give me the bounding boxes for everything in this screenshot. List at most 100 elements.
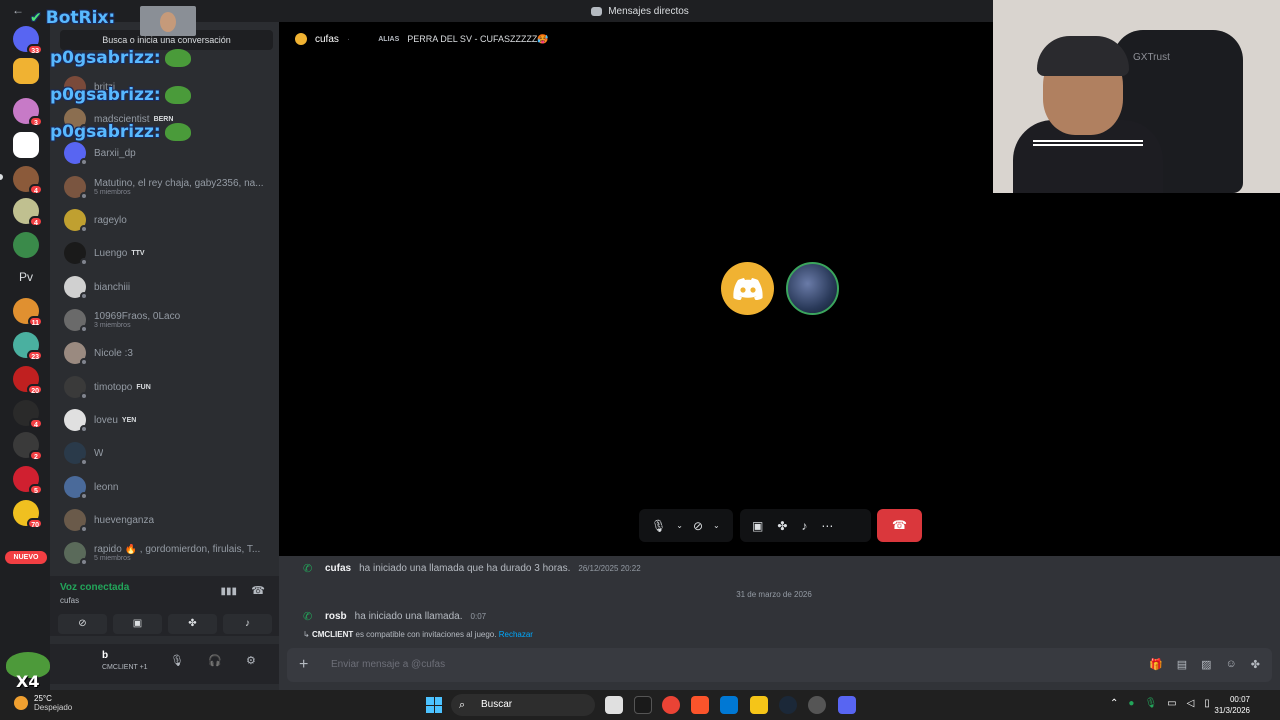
camera-button[interactable]: ⊘ — [58, 614, 107, 634]
message-input[interactable]: Enviar mensaje a @cufas — [331, 659, 445, 670]
emoji-icon[interactable]: ☺ — [1226, 658, 1237, 671]
voice-connected-panel: Voz conectada cufas ▮▮▮ ☎ ⊘ ▣ ✤ ♪ — [50, 576, 279, 636]
dm-item[interactable]: timotopo FUN — [64, 372, 274, 402]
server-icon[interactable]: 4 — [13, 198, 43, 227]
server-icon[interactable]: 3 — [13, 98, 43, 127]
server-icon[interactable]: 23 — [13, 332, 43, 361]
discord-taskbar-icon[interactable] — [838, 696, 856, 714]
dm-member-count: 5 miembros — [94, 189, 131, 196]
file-explorer-icon[interactable] — [750, 696, 768, 714]
microphone-icon[interactable]: 🎙 — [170, 654, 184, 667]
microphone-icon[interactable]: 🎙 — [651, 519, 666, 533]
chevron-up-icon[interactable]: ⌃ — [1110, 698, 1118, 709]
dm-item[interactable]: 10969Fraos, 0Laco 3 miembros — [64, 305, 274, 335]
system-message: ↳ CMCLIENT es compatible con invitacione… — [303, 630, 533, 639]
status-indicator — [80, 525, 88, 533]
voice-channel[interactable]: cufas — [60, 596, 79, 605]
activities-button[interactable]: ✤ — [168, 614, 217, 634]
avatar — [64, 176, 88, 200]
header-username[interactable]: cufas — [315, 34, 339, 45]
status-icon[interactable]: ● — [1128, 698, 1134, 709]
settings-gear-icon[interactable]: ⚙ — [246, 654, 256, 667]
gif-icon[interactable]: ▤ — [1177, 658, 1187, 671]
server-icon[interactable] — [13, 232, 39, 258]
weather-icon — [14, 696, 28, 710]
dm-item[interactable]: Matutino, el rey chaja, gaby2356, na... 5… — [64, 172, 274, 202]
status-indicator — [80, 225, 88, 233]
dm-item[interactable]: huevenganza — [64, 505, 274, 535]
battery-icon[interactable]: ▯ — [1204, 698, 1210, 709]
username[interactable]: b — [102, 650, 108, 661]
call-header: cufas · ALIAS PERRA DEL SV - CUFASZZZZZ🥵 — [279, 22, 993, 56]
share-screen-button[interactable]: ▣ — [113, 614, 162, 634]
dm-item[interactable]: loveu YEN — [64, 405, 274, 435]
server-icon[interactable]: 5 — [13, 466, 43, 495]
headphones-icon[interactable]: 🎧 — [208, 654, 222, 667]
call-log-message: ✆ rosb ha iniciado una llamada. 0:07 — [303, 611, 487, 623]
add-attachment-icon[interactable]: + — [299, 656, 308, 674]
clan-tag: YEN — [121, 416, 137, 424]
call-log-message: ✆ cufas ha iniciado una llamada que ha d… — [303, 563, 641, 575]
network-icon[interactable]: ▭ — [1167, 698, 1176, 709]
dm-item[interactable]: Barxii_dp — [64, 138, 274, 168]
overlay-face-cam — [140, 6, 196, 36]
gift-icon[interactable]: 🎁 — [1149, 658, 1163, 671]
volume-icon[interactable]: ◁ — [1187, 698, 1195, 709]
status-indicator — [80, 458, 88, 466]
voice-signal-icon[interactable]: ▮▮▮ — [220, 586, 237, 597]
audio-video-controls: 🎙 ⌄ ⊘ ⌄ — [639, 509, 733, 542]
new-badge[interactable]: NUEVO — [5, 551, 47, 564]
more-icon[interactable]: ⋯ — [821, 519, 833, 533]
weather-widget[interactable]: 25°C Despejado — [14, 694, 72, 712]
server-icon[interactable]: 2 — [13, 432, 43, 461]
steam-icon[interactable] — [779, 696, 797, 714]
server-pv[interactable]: Pv — [13, 264, 39, 290]
server-icon[interactable]: 4 — [13, 166, 43, 195]
dm-item[interactable]: bianchiii — [64, 272, 274, 302]
dm-item[interactable]: Nicole :3 — [64, 338, 274, 368]
epic-games-icon[interactable] — [634, 696, 652, 714]
activities-icon[interactable]: ✤ — [777, 519, 787, 533]
sticker-icon[interactable]: ▨ — [1201, 658, 1211, 671]
home-button[interactable]: 33 — [13, 26, 43, 55]
dm-item[interactable]: leonn — [64, 472, 274, 502]
pepe-emote-icon — [164, 49, 191, 67]
microphone-icon[interactable]: 🎙 — [1144, 698, 1157, 709]
chevron-down-icon[interactable]: ⌄ — [676, 521, 683, 530]
disconnect-icon[interactable]: ☎ — [251, 584, 265, 597]
server-icon[interactable]: 4 — [13, 400, 43, 429]
user-avatar[interactable]: X4 — [6, 648, 50, 691]
share-screen-icon[interactable]: ▣ — [752, 519, 763, 533]
app-icon[interactable] — [808, 696, 826, 714]
clock[interactable]: 00:07 31/3/2026 — [1214, 694, 1250, 716]
server-icon[interactable]: 70 — [13, 500, 43, 529]
participant-avatar[interactable] — [721, 262, 774, 315]
soundboard-icon[interactable]: ♪ — [801, 519, 807, 533]
participant-avatar[interactable] — [786, 262, 839, 315]
back-arrow-icon[interactable]: ← — [12, 3, 24, 17]
store-icon[interactable] — [720, 696, 738, 714]
chevron-down-icon[interactable]: ⌄ — [713, 521, 720, 530]
dm-item[interactable]: W — [64, 438, 274, 468]
dm-item[interactable]: Luengo TTV — [64, 238, 274, 268]
hang-up-button[interactable]: ☎ — [877, 509, 922, 542]
taskbar-search[interactable]: ⌕ Buscar — [451, 694, 595, 716]
camera-off-icon[interactable]: ⊘ — [693, 519, 703, 533]
brave-icon[interactable] — [691, 696, 709, 714]
soundboard-button[interactable]: ♪ — [223, 614, 272, 634]
status-indicator — [80, 292, 88, 300]
avatar — [64, 342, 88, 366]
dm-item[interactable]: rapido 🔥 , gordomierdon, firulais, T... 5… — [64, 538, 274, 568]
task-view-icon[interactable] — [605, 696, 623, 714]
voice-status[interactable]: Voz conectada — [60, 582, 129, 593]
server-icon[interactable]: 20 — [13, 366, 43, 395]
apps-icon[interactable]: ✤ — [1251, 658, 1260, 671]
server-icon[interactable] — [13, 58, 39, 84]
dm-item[interactable]: rageylo — [64, 205, 274, 235]
chrome-icon[interactable] — [662, 696, 680, 714]
server-icon[interactable]: 11 — [13, 298, 43, 327]
start-button[interactable] — [426, 697, 442, 713]
server-icon[interactable] — [13, 132, 39, 158]
status-indicator — [80, 325, 88, 333]
reject-link[interactable]: Rechazar — [499, 630, 533, 639]
